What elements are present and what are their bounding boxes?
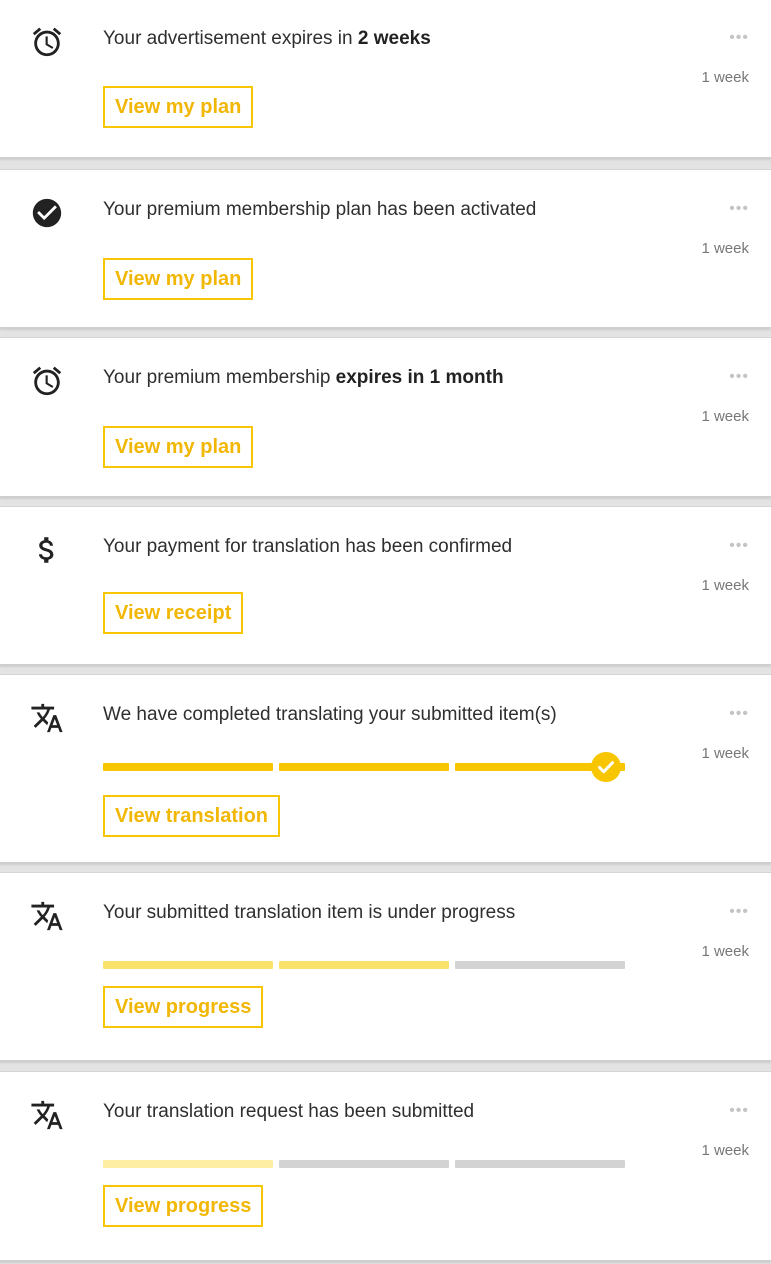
notification-card[interactable]: Your premium membership expires in 1 mon… bbox=[0, 337, 771, 497]
view-progress-button[interactable]: View progress bbox=[103, 1185, 264, 1227]
view-my-plan-button[interactable]: View my plan bbox=[103, 258, 254, 300]
notification-card[interactable]: Your premium membership plan has been ac… bbox=[0, 169, 771, 328]
progress-segment bbox=[279, 763, 449, 771]
progress-segment bbox=[103, 1160, 273, 1168]
notification-message: We have completed translating your submi… bbox=[103, 704, 557, 725]
view-translation-button[interactable]: View translation bbox=[103, 795, 281, 837]
progress-segment bbox=[455, 961, 625, 969]
notification-time: 1 week bbox=[701, 745, 749, 762]
dollar-icon bbox=[30, 533, 64, 567]
more-options-icon[interactable]: ••• bbox=[729, 1103, 749, 1119]
progress-segment bbox=[455, 1160, 625, 1168]
completed-check-icon bbox=[591, 752, 621, 782]
notification-message: Your payment for translation has been co… bbox=[103, 536, 513, 557]
more-options-icon[interactable]: ••• bbox=[729, 904, 749, 920]
translate-icon bbox=[30, 1098, 64, 1132]
notification-time: 1 week bbox=[701, 943, 749, 960]
view-receipt-button[interactable]: View receipt bbox=[103, 592, 244, 634]
notification-message: Your submitted translation item is under… bbox=[103, 902, 516, 923]
notification-time: 1 week bbox=[701, 1142, 749, 1159]
view-progress-button[interactable]: View progress bbox=[103, 986, 264, 1028]
more-options-icon[interactable]: ••• bbox=[729, 30, 749, 46]
translate-icon bbox=[30, 701, 64, 735]
check-circle-icon bbox=[30, 196, 64, 230]
view-my-plan-button[interactable]: View my plan bbox=[103, 426, 254, 468]
progress-segment bbox=[103, 961, 273, 969]
notification-message: Your advertisement expires in 2 weeks bbox=[103, 28, 431, 49]
notification-message: Your translation request has been submit… bbox=[103, 1101, 475, 1122]
notification-card[interactable]: We have completed translating your submi… bbox=[0, 674, 771, 863]
progress-segment bbox=[279, 1160, 449, 1168]
translation-progress-bar bbox=[103, 1158, 625, 1170]
notification-card[interactable]: Your advertisement expires in 2 weeks ••… bbox=[0, 0, 771, 158]
more-options-icon[interactable]: ••• bbox=[729, 538, 749, 554]
notification-card[interactable]: Your submitted translation item is under… bbox=[0, 872, 771, 1061]
notification-list: Your advertisement expires in 2 weeks ••… bbox=[0, 0, 771, 1264]
notification-time: 1 week bbox=[701, 408, 749, 425]
progress-segment bbox=[279, 961, 449, 969]
translation-progress-bar bbox=[103, 752, 625, 782]
notification-card[interactable]: Your payment for translation has been co… bbox=[0, 506, 771, 665]
view-my-plan-button[interactable]: View my plan bbox=[103, 86, 254, 128]
alarm-clock-icon bbox=[30, 364, 64, 398]
notification-message: Your premium membership plan has been ac… bbox=[103, 199, 537, 220]
more-options-icon[interactable]: ••• bbox=[729, 706, 749, 722]
translate-icon bbox=[30, 899, 64, 933]
alarm-clock-icon bbox=[30, 25, 64, 59]
more-options-icon[interactable]: ••• bbox=[729, 201, 749, 217]
notification-time: 1 week bbox=[701, 240, 749, 257]
notification-time: 1 week bbox=[701, 69, 749, 86]
translation-progress-bar bbox=[103, 959, 625, 971]
notification-card[interactable]: Your translation request has been submit… bbox=[0, 1071, 771, 1261]
notification-message: Your premium membership expires in 1 mon… bbox=[103, 367, 504, 388]
notification-time: 1 week bbox=[701, 577, 749, 594]
progress-segment bbox=[103, 763, 273, 771]
more-options-icon[interactable]: ••• bbox=[729, 369, 749, 385]
